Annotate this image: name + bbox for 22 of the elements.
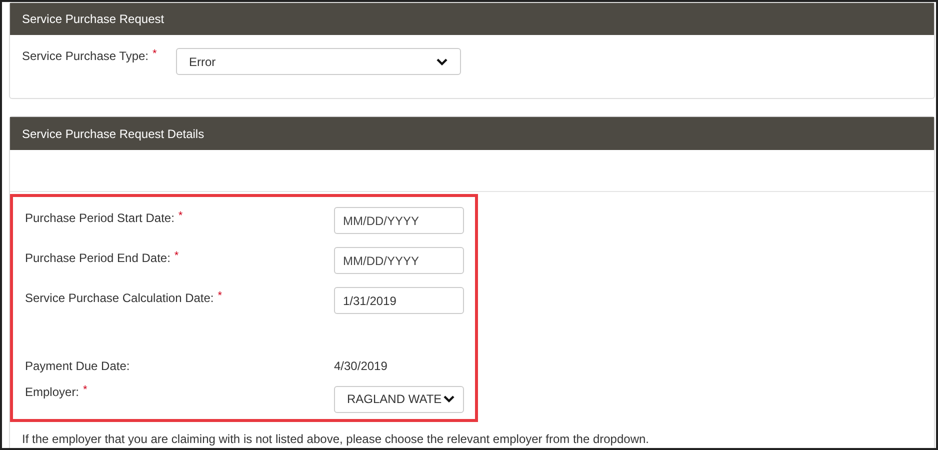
field-label: Service Purchase Type:: [22, 48, 149, 65]
section-title: Service Purchase Request Details: [22, 126, 204, 142]
help-text: If the employer that you are claiming with is not listed above, please choose the relevant employer from the dropdown.: [21, 431, 650, 448]
required-mark: *: [178, 209, 183, 223]
select-dropdown[interactable]: RAGLAND WATE: [334, 386, 464, 412]
required-mark: *: [152, 47, 157, 61]
date-field[interactable]: MM/DD/YYYY: [334, 207, 464, 234]
date-field[interactable]: 1/31/2019: [334, 287, 464, 314]
required-mark: *: [218, 289, 222, 303]
field-label: Purchase Period Start Date:: [25, 210, 174, 227]
field-value: 4/30/2019: [334, 358, 388, 375]
field-label: Payment Due Date:: [25, 358, 130, 375]
section-title: Service Purchase Request: [22, 11, 164, 28]
field-label: Purchase Period End Date:: [25, 250, 170, 267]
chevron-down-icon: [436, 58, 448, 66]
required-mark: *: [174, 249, 179, 263]
required-mark: *: [83, 383, 88, 397]
select-dropdown[interactable]: Error: [176, 48, 461, 75]
field-label: Service Purchase Calculation Date:: [25, 290, 214, 307]
date-field[interactable]: MM/DD/YYYY: [334, 247, 464, 274]
field-label: Employer:: [25, 384, 80, 401]
chevron-down-icon: [443, 395, 455, 403]
